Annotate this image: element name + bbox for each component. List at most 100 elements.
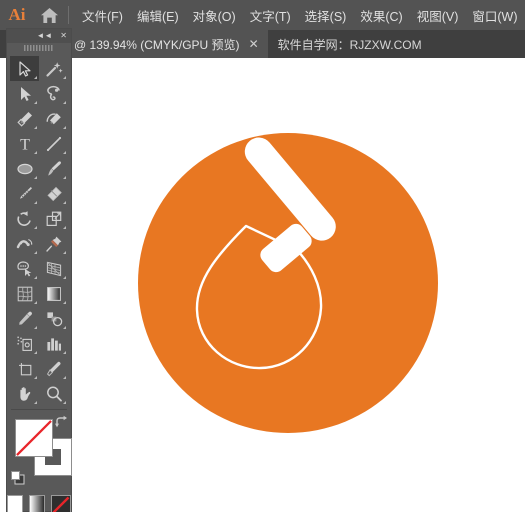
tool-expand-corner (63, 76, 66, 79)
color-mode-button[interactable] (7, 495, 23, 512)
column-graph-icon (46, 337, 61, 351)
fill-stroke-controls (7, 413, 72, 491)
menu-select[interactable]: 选择(S) (298, 0, 354, 30)
tool-expand-corner (63, 251, 66, 254)
artboard-icon (18, 362, 31, 375)
menu-window[interactable]: 窗口(W) (465, 0, 524, 30)
shaper-tool[interactable] (10, 181, 39, 206)
slice-tool[interactable] (39, 356, 68, 381)
tool-expand-corner (63, 401, 66, 404)
document-tab-inactive[interactable]: 软件自学网：RJZXW.COM (267, 30, 431, 58)
zoom-tool[interactable] (39, 381, 68, 406)
paintbrush-tool[interactable] (39, 156, 68, 181)
artwork-brush-icon[interactable] (78, 58, 525, 512)
tool-expand-corner (34, 326, 37, 329)
selection-arrow-icon (18, 60, 31, 77)
menu-edit[interactable]: 编辑(E) (130, 0, 186, 30)
mesh-icon (17, 286, 32, 301)
home-icon[interactable] (34, 0, 64, 30)
menu-effect[interactable]: 效果(C) (353, 0, 409, 30)
document-tab-inactive-label: 软件自学网：RJZXW.COM (277, 37, 422, 52)
menu-type[interactable]: 文字(T) (243, 0, 298, 30)
document-canvas[interactable] (78, 58, 525, 512)
artboard-tool[interactable] (10, 356, 39, 381)
gradient-mode-button[interactable] (29, 495, 45, 512)
mesh-tool[interactable] (10, 281, 39, 306)
gradient-icon (46, 286, 61, 301)
tool-expand-corner (63, 301, 66, 304)
eraser-icon (46, 186, 62, 201)
search-icon (46, 385, 62, 401)
close-panel-icon[interactable]: ✕ (56, 32, 71, 40)
shape-builder-icon (16, 260, 31, 276)
pushpin-icon (45, 236, 61, 252)
perspective-grid-tool[interactable] (39, 256, 68, 281)
lasso-tool[interactable] (39, 81, 68, 106)
panel-drag-grip[interactable] (7, 43, 71, 54)
tools-panel-header[interactable]: ◄◄ ✕ (7, 29, 71, 43)
free-transform-tool[interactable] (39, 231, 68, 256)
menu-object[interactable]: 对象(O) (186, 0, 243, 30)
tool-expand-corner (63, 376, 66, 379)
grip-dots-icon (24, 45, 53, 51)
symbol-sprayer-icon (16, 336, 32, 351)
tool-expand-corner (34, 76, 37, 79)
ellipse-icon (16, 163, 33, 174)
scale-tool[interactable] (39, 206, 68, 231)
tool-expand-corner (63, 126, 66, 129)
tool-expand-corner (63, 201, 66, 204)
pen-tool[interactable] (10, 106, 39, 131)
document-tab-active-label: @ 139.94% (CMYK/GPU 预览) (74, 37, 240, 52)
shape-builder-tool[interactable] (10, 256, 39, 281)
magic-wand-icon (45, 61, 63, 77)
none-slash-icon (52, 496, 70, 512)
document-tab-active[interactable]: @ 139.94% (CMYK/GPU 预览) ✕ (64, 30, 268, 58)
tools-panel: ◄◄ ✕ T (6, 28, 72, 512)
tool-expand-corner (34, 176, 37, 179)
tool-expand-corner (34, 301, 37, 304)
tools-panel-divider (11, 409, 67, 410)
tool-expand-corner (63, 326, 66, 329)
menu-file[interactable]: 文件(F) (75, 0, 130, 30)
tool-expand-corner (63, 176, 66, 179)
document-tab-bar: @ 139.94% (CMYK/GPU 预览) ✕ 软件自学网：RJZXW.CO… (0, 30, 525, 58)
rotate-tool[interactable] (10, 206, 39, 231)
tool-expand-corner (34, 376, 37, 379)
menu-view[interactable]: 视图(V) (410, 0, 466, 30)
scale-icon (46, 211, 61, 226)
none-mode-button[interactable] (51, 495, 71, 512)
swap-fill-stroke-icon[interactable] (54, 415, 69, 430)
curvature-pen-icon (46, 112, 61, 124)
direct-selection-arrow-icon (20, 86, 31, 101)
width-tool[interactable] (10, 231, 39, 256)
column-graph-tool[interactable] (39, 331, 68, 356)
close-icon[interactable]: ✕ (249, 38, 259, 50)
blend-icon (46, 311, 62, 326)
line-segment-tool[interactable] (39, 131, 68, 156)
direct-selection-tool[interactable] (10, 81, 39, 106)
gradient-tool[interactable] (39, 281, 68, 306)
eraser-tool[interactable] (39, 181, 68, 206)
color-mode-buttons (7, 495, 71, 512)
blend-tool[interactable] (39, 306, 68, 331)
hand-tool[interactable] (10, 381, 39, 406)
ellipse-tool[interactable] (10, 156, 39, 181)
selection-tool[interactable] (10, 56, 39, 81)
eyedropper-tool[interactable] (10, 306, 39, 331)
hand-icon (19, 386, 30, 401)
tool-expand-corner (34, 101, 37, 104)
tool-expand-corner (34, 126, 37, 129)
tool-expand-corner (63, 351, 66, 354)
rotate-icon (16, 210, 31, 226)
default-fill-stroke-icon[interactable] (10, 470, 26, 486)
collapse-panel-icon[interactable]: ◄◄ (32, 32, 56, 40)
tool-expand-corner (34, 401, 37, 404)
tool-expand-corner (34, 276, 37, 279)
tool-expand-corner (34, 201, 37, 204)
fill-color-swatch[interactable] (15, 419, 53, 457)
tool-expand-corner (63, 276, 66, 279)
curvature-tool[interactable] (39, 106, 68, 131)
type-tool[interactable]: T (10, 131, 39, 156)
symbol-sprayer-tool[interactable] (10, 331, 39, 356)
magic-wand-tool[interactable] (39, 56, 68, 81)
